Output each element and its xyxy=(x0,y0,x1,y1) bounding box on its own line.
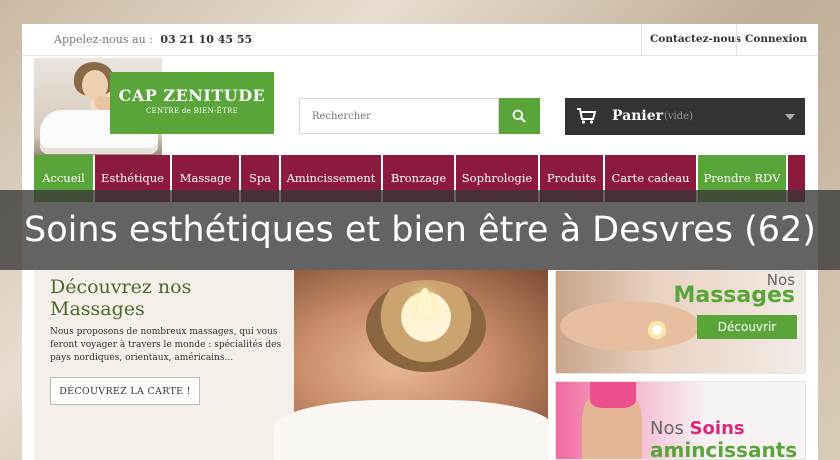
login-link[interactable]: Connexion xyxy=(736,24,815,56)
cart-label: Panier xyxy=(612,108,664,124)
phone-label: Appelez-nous au : xyxy=(54,33,153,46)
cart-button[interactable]: Panier (vide) xyxy=(565,98,805,135)
promo-amincissants-line1: Nos Soins xyxy=(650,418,745,439)
promo-massages[interactable]: Nos Massages Découvrir xyxy=(555,270,806,374)
promo-amincissants[interactable]: Nos Soins amincissants xyxy=(555,381,806,460)
page-title: Soins esthétiques et bien être à Desvres… xyxy=(24,210,816,250)
discover-button[interactable]: Découvrir xyxy=(697,315,797,339)
logo[interactable]: CAP ZENITUDE CENTRE de BIEN-ÊTRE xyxy=(110,72,274,134)
hero-heading: Découvrez nos Massages xyxy=(50,276,192,320)
hero-slide[interactable]: Découvrez nos Massages Nous proposons de… xyxy=(34,270,548,460)
cart-icon xyxy=(577,108,597,124)
towel-image xyxy=(274,400,548,460)
title-banner: Soins esthétiques et bien être à Desvres… xyxy=(0,190,840,270)
search-button[interactable] xyxy=(499,98,540,134)
logo-title: CAP ZENITUDE xyxy=(118,86,266,105)
promo-amincissants-highlight: Soins xyxy=(689,418,745,439)
promo-massages-title: Massages xyxy=(673,283,795,308)
discover-menu-button[interactable]: DÉCOUVREZ LA CARTE ! xyxy=(50,377,200,405)
promo-amincissants-pre: Nos xyxy=(650,418,690,439)
contact-link[interactable]: Contactez-nous xyxy=(641,24,749,56)
top-bar: Appelez-nous au : 03 21 10 45 55 Contact… xyxy=(22,24,818,56)
search-input[interactable] xyxy=(299,98,499,134)
promo-massage-image xyxy=(560,301,700,351)
phone-info: Appelez-nous au : 03 21 10 45 55 xyxy=(54,33,252,46)
flower-icon xyxy=(648,321,666,339)
promo-top-image xyxy=(590,382,636,408)
chevron-down-icon xyxy=(785,114,795,120)
logo-subtitle: CENTRE de BIEN-ÊTRE xyxy=(145,107,239,115)
promo-amincissants-line2: amincissants xyxy=(650,438,798,460)
cart-status: (vide) xyxy=(664,111,693,122)
phone-number[interactable]: 03 21 10 45 55 xyxy=(160,33,252,46)
hero-text: Nous proposons de nombreux massages, qui… xyxy=(50,327,282,363)
search-icon xyxy=(512,109,526,123)
